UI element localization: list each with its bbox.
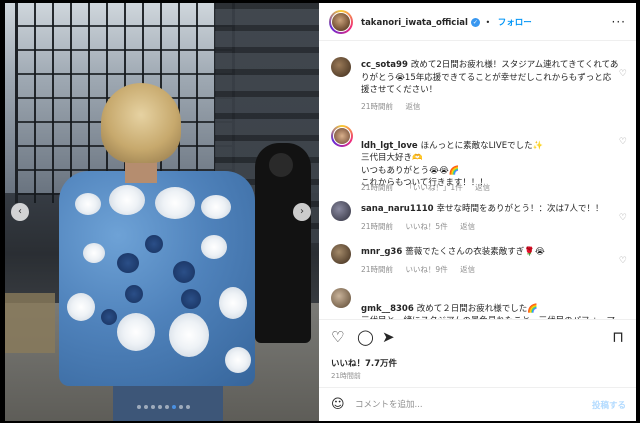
post-photo[interactable]: ‹ ›: [5, 3, 319, 421]
comment-username[interactable]: sana_naru1110: [361, 204, 434, 214]
comment-reply-button[interactable]: 返信: [475, 183, 490, 192]
share-icon[interactable]: ➤: [382, 328, 395, 346]
jacket-dark-flower: [117, 253, 139, 273]
post-actions: ♡ ◯ ➤ ⊓ いいね！7.7万件 21時間前: [319, 319, 636, 387]
verified-badge-icon: ✓: [470, 17, 480, 27]
jacket-flower: [67, 293, 95, 321]
carousel-dot: [137, 405, 141, 409]
jacket-flower: [201, 195, 231, 219]
previous-slide-button[interactable]: ‹: [11, 203, 29, 221]
photo-crew-head: [269, 153, 293, 177]
comment-username[interactable]: mnr_g36: [361, 247, 402, 257]
comment-reply-button[interactable]: 返信: [405, 102, 420, 111]
carousel-dot: [151, 405, 155, 409]
comment-username[interactable]: gmk__8306: [361, 304, 414, 314]
comment-username[interactable]: cc_sota99: [361, 60, 408, 70]
carousel-dots: [137, 405, 190, 409]
comment-username[interactable]: ldh_lgt_love: [361, 141, 418, 151]
comment-like-icon[interactable]: ♡: [619, 137, 627, 147]
comment-item: cc_sota99 改めて2日間お疲れ様！スタジアム連れてきてくれてありがとう😭1…: [331, 57, 631, 117]
comment-meta: 21時間前 いいね！9件 返信: [361, 264, 485, 275]
author-avatar: [332, 12, 350, 31]
comment-meta: 21時間前 返信: [361, 101, 430, 112]
comment-avatar[interactable]: [331, 288, 351, 308]
comment-meta: 21時間前 「いいね！」1件 返信: [361, 182, 500, 193]
jacket-dark-flower: [173, 261, 195, 283]
comment-text: 幸せな時間をありがとう！：次は7人で！！: [436, 204, 604, 214]
carousel-dot: [144, 405, 148, 409]
post-header: takanori_iwata_official ✓ • フォロー ···: [319, 3, 636, 41]
likes-count[interactable]: いいね！7.7万件: [331, 357, 397, 369]
comments-list: cc_sota99 改めて2日間お疲れ様！スタジアム連れてきてくれてありがとう😭1…: [319, 41, 636, 319]
separator-dot: •: [485, 17, 491, 27]
comment-item: sana_naru1110 幸せな時間をありがとう！：次は7人で！！ 21時間前 …: [331, 201, 631, 237]
comment-like-icon[interactable]: ♡: [619, 69, 627, 79]
comment-time: 21時間前: [361, 102, 394, 111]
jacket-flower: [83, 243, 105, 263]
comment-avatar[interactable]: [331, 57, 351, 77]
jacket-flower: [219, 287, 247, 319]
comment-text-block: cc_sota99 改めて2日間お疲れ様！スタジアム連れてきてくれてありがとう😭1…: [361, 59, 619, 97]
jacket-dark-flower: [125, 285, 143, 303]
jacket-flower: [109, 185, 145, 215]
next-slide-button[interactable]: ›: [293, 203, 311, 221]
comment-likes-count[interactable]: いいね！9件: [405, 265, 447, 274]
jacket-dark-flower: [145, 235, 163, 253]
jacket-flower: [117, 313, 155, 351]
comment-text-block: mnr_g36 薔薇でたくさんの衣装素敵すぎ🌹😭: [361, 246, 619, 259]
comment-like-icon[interactable]: ♡: [619, 256, 627, 266]
comment-input[interactable]: [355, 397, 575, 413]
comment-item: gmk__8306改めて２日間お疲れ様でした🌈 三代目と一緒にスタジアムの景色見…: [331, 288, 631, 319]
comment-composer: ☺ 投稿する: [319, 387, 636, 421]
comment-item: ldh_lgt_love ほんっとに素敵なLIVEでした✨ 三代目大好き🫶 いつも…: [331, 125, 631, 195]
comment-time: 21時間前: [361, 222, 394, 231]
post-time: 21時間前: [331, 372, 361, 380]
comment-avatar[interactable]: [331, 244, 351, 264]
jacket-flower: [169, 313, 209, 357]
comment-likes-count[interactable]: 「いいね！」1件: [405, 183, 462, 192]
comment-icon[interactable]: ◯: [357, 328, 374, 346]
author-username[interactable]: takanori_iwata_official: [361, 18, 468, 28]
comment-avatar[interactable]: [331, 201, 351, 221]
jacket-flower: [155, 187, 195, 219]
comment-text-block: ldh_lgt_love ほんっとに素敵なLIVEでした✨ 三代目大好き🫶 いつも…: [361, 127, 619, 190]
jacket-flower: [201, 235, 227, 259]
photo-bench: [5, 293, 55, 353]
carousel-dot: [186, 405, 190, 409]
comment-reply-button[interactable]: 返信: [460, 222, 475, 231]
comment-item: mnr_g36 薔薇でたくさんの衣装素敵すぎ🌹😭 21時間前 いいね！9件 返信 …: [331, 244, 631, 280]
comment-text: 薔薇でたくさんの衣装素敵すぎ🌹😭: [405, 247, 545, 257]
comment-text-block: gmk__8306改めて２日間お疲れ様でした🌈 三代目と一緒にスタジアムの景色見…: [361, 290, 619, 320]
save-bookmark-icon[interactable]: ⊓: [612, 328, 624, 346]
post-side-panel: takanori_iwata_official ✓ • フォロー ··· cc_s…: [319, 3, 636, 421]
more-options-icon[interactable]: ···: [612, 15, 626, 29]
comment-avatar-ring[interactable]: [331, 125, 353, 147]
comment-like-icon[interactable]: ♡: [619, 213, 627, 223]
jacket-flower: [75, 193, 101, 215]
author-avatar-ring[interactable]: [329, 9, 353, 34]
like-icon[interactable]: ♡: [331, 328, 344, 346]
follow-button[interactable]: フォロー: [498, 18, 532, 28]
jacket-flower: [225, 347, 251, 373]
jacket-dark-flower: [181, 289, 201, 309]
carousel-dot: [158, 405, 162, 409]
comment-text-block: sana_naru1110 幸せな時間をありがとう！：次は7人で！！: [361, 203, 619, 216]
comment-likes-count[interactable]: いいね！5件: [405, 222, 447, 231]
post-comment-button[interactable]: 投稿する: [592, 399, 626, 411]
photo-hair: [101, 83, 181, 163]
carousel-dot: [172, 405, 176, 409]
jacket-dark-flower: [101, 309, 117, 325]
comment-time: 21時間前: [361, 183, 394, 192]
carousel-dot: [179, 405, 183, 409]
comment-time: 21時間前: [361, 265, 394, 274]
emoji-icon[interactable]: ☺: [331, 397, 345, 412]
comment-avatar: [334, 128, 350, 144]
carousel-dot: [165, 405, 169, 409]
comment-meta: 21時間前 いいね！5件 返信: [361, 221, 485, 232]
comment-reply-button[interactable]: 返信: [460, 265, 475, 274]
author-block: takanori_iwata_official ✓ • フォロー: [361, 16, 532, 28]
post-modal: ‹ › takanori_iwata_official✓ • フォロー ···: [5, 3, 636, 421]
